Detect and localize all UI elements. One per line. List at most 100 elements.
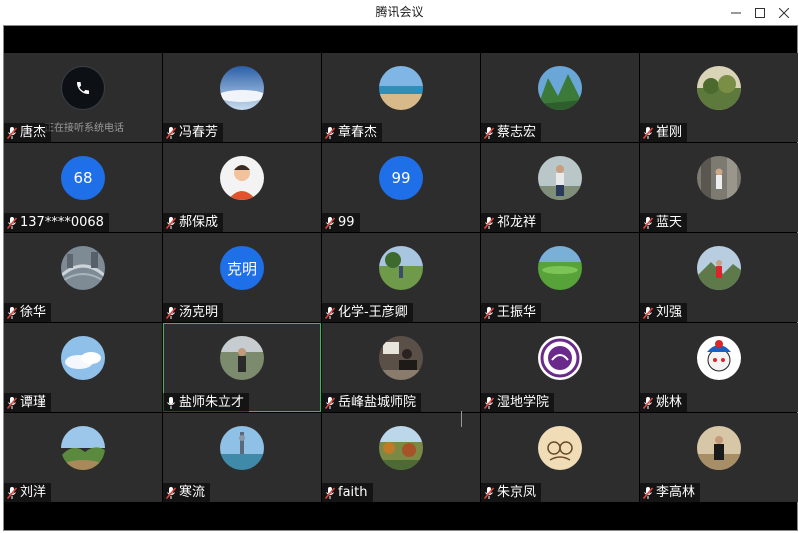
participant-name: 刘强 bbox=[656, 305, 683, 320]
microphone-muted-icon bbox=[483, 486, 495, 499]
participant-name: 唐杰 bbox=[20, 125, 47, 140]
participant-tile[interactable]: 王振华 bbox=[481, 233, 639, 322]
participant-name-tag: 湿地学院 bbox=[481, 393, 555, 412]
photo-hills-avatar bbox=[61, 426, 105, 470]
participant-name-tag: 唐杰 bbox=[4, 123, 52, 142]
participant-tile[interactable]: 郝保成 bbox=[163, 143, 321, 232]
participant-tile[interactable]: 寒流 bbox=[163, 413, 321, 502]
participant-name-tag: 化学-王彦卿 bbox=[322, 303, 413, 322]
text-cursor bbox=[461, 411, 462, 427]
photo-desk-avatar bbox=[379, 336, 423, 380]
phone-icon bbox=[77, 82, 89, 94]
microphone-muted-icon bbox=[324, 126, 336, 139]
participant-name-tag: 崔刚 bbox=[640, 123, 688, 142]
microphone-muted-icon bbox=[6, 486, 18, 499]
participant-tile[interactable]: 68 137****0068 bbox=[4, 143, 162, 232]
participant-tile[interactable]: 99 99 bbox=[322, 143, 480, 232]
participant-tile[interactable]: 谭瑾 bbox=[4, 323, 162, 412]
photo-sky-avatar bbox=[220, 66, 264, 110]
microphone-muted-icon bbox=[165, 306, 177, 319]
photo-person-room-avatar bbox=[697, 426, 741, 470]
participant-name: 寒流 bbox=[179, 485, 206, 500]
participant-name-tag: 岳峰盐城师院 bbox=[322, 393, 422, 412]
participant-grid: 正在接听系统电话 唐杰 冯春芳 章春杰 蔡志宏 崔刚 68 137****0068 郝保成 99 9… bbox=[4, 53, 798, 503]
participant-name-tag: 谭瑾 bbox=[4, 393, 52, 412]
participant-name: 蓝天 bbox=[656, 215, 683, 230]
photo-man-outdoor-avatar bbox=[220, 336, 264, 380]
photo-autumn-avatar bbox=[379, 426, 423, 470]
participant-name: 朱京凤 bbox=[497, 485, 537, 500]
microphone-muted-icon bbox=[324, 306, 336, 319]
minimize-icon bbox=[731, 12, 741, 13]
participant-tile[interactable]: 章春杰 bbox=[322, 53, 480, 142]
participant-tile[interactable]: 岳峰盐城师院 bbox=[322, 323, 480, 412]
window-title: 腾讯会议 bbox=[375, 5, 424, 19]
photo-field-avatar bbox=[379, 246, 423, 290]
photo-city-avatar bbox=[61, 246, 105, 290]
participant-name-tag: 汤克明 bbox=[163, 303, 224, 322]
microphone-muted-icon bbox=[6, 216, 18, 229]
maximize-icon bbox=[755, 7, 765, 18]
microphone-muted-icon bbox=[642, 486, 654, 499]
participant-tile[interactable]: 克明汤克明 bbox=[163, 233, 321, 322]
participant-tile[interactable]: 刘强 bbox=[640, 233, 798, 322]
photo-tower-avatar bbox=[220, 426, 264, 470]
photo-green-field-avatar bbox=[538, 246, 582, 290]
participant-name: faith bbox=[338, 485, 368, 500]
microphone-muted-icon bbox=[6, 126, 18, 139]
photo-cartoon-opera-avatar bbox=[697, 336, 741, 380]
participant-tile[interactable]: 李高林 bbox=[640, 413, 798, 502]
microphone-muted-icon bbox=[6, 306, 18, 319]
microphone-muted-icon bbox=[6, 396, 18, 409]
meeting-window: 正在接听系统电话 唐杰 冯春芳 章春杰 蔡志宏 崔刚 68 137****0068 郝保成 99 9… bbox=[3, 25, 798, 531]
participant-name-tag: 王振华 bbox=[481, 303, 542, 322]
participant-tile[interactable]: 姚林 bbox=[640, 323, 798, 412]
participant-name: 冯春芳 bbox=[179, 125, 219, 140]
participant-tile[interactable]: 化学-王彦卿 bbox=[322, 233, 480, 322]
avatar-initials: 68 bbox=[73, 169, 93, 187]
participant-tile[interactable]: 朱京凤 bbox=[481, 413, 639, 502]
microphone-muted-icon bbox=[324, 486, 336, 499]
participant-tile[interactable]: 正在接听系统电话 唐杰 bbox=[4, 53, 162, 142]
participant-name: 湿地学院 bbox=[497, 395, 550, 410]
microphone-muted-icon bbox=[642, 126, 654, 139]
participant-name-tag: 蓝天 bbox=[640, 213, 688, 232]
microphone-muted-icon bbox=[642, 306, 654, 319]
microphone-muted-icon bbox=[483, 306, 495, 319]
participant-tile[interactable]: 刘洋 bbox=[4, 413, 162, 502]
participant-tile[interactable]: 崔刚 bbox=[640, 53, 798, 142]
phone-avatar bbox=[61, 66, 105, 110]
participant-name-tag: faith bbox=[322, 483, 373, 502]
participant-tile[interactable]: faith bbox=[322, 413, 480, 502]
participant-tile[interactable]: 蓝天 bbox=[640, 143, 798, 232]
photo-person-avatar bbox=[538, 156, 582, 200]
participant-tile[interactable]: 蔡志宏 bbox=[481, 53, 639, 142]
microphone-icon bbox=[167, 396, 175, 409]
participant-name: 99 bbox=[338, 215, 355, 230]
microphone-muted-icon bbox=[165, 486, 177, 499]
microphone-muted-icon bbox=[642, 216, 654, 229]
participant-tile[interactable]: 盐师朱立才 bbox=[163, 323, 321, 412]
participant-name-tag: 盐师朱立才 bbox=[163, 393, 250, 412]
microphone-muted-icon bbox=[483, 396, 495, 409]
microphone-muted-icon bbox=[165, 126, 177, 139]
participant-tile[interactable]: 徐华 bbox=[4, 233, 162, 322]
participant-tile[interactable]: 祁龙祥 bbox=[481, 143, 639, 232]
participant-name: 章春杰 bbox=[338, 125, 378, 140]
close-button[interactable] bbox=[769, 0, 799, 25]
photo-clouds-avatar bbox=[61, 336, 105, 380]
participant-tile[interactable]: 冯春芳 bbox=[163, 53, 321, 142]
participant-name-tag: 章春杰 bbox=[322, 123, 383, 142]
text-avatar: 克明 bbox=[220, 246, 264, 290]
participant-name-tag: 祁龙祥 bbox=[481, 213, 542, 232]
avatar-initials: 克明 bbox=[226, 259, 257, 278]
photo-drawing-avatar bbox=[538, 426, 582, 470]
participant-name-tag: 李高林 bbox=[640, 483, 701, 502]
participant-name-tag: 徐华 bbox=[4, 303, 52, 322]
participant-name-tag: 刘强 bbox=[640, 303, 688, 322]
participant-name-tag: 蔡志宏 bbox=[481, 123, 542, 142]
participant-tile[interactable]: 湿地学院 bbox=[481, 323, 639, 412]
participant-name: 王振华 bbox=[497, 305, 537, 320]
microphone-muted-icon bbox=[324, 216, 336, 229]
photo-beach-avatar bbox=[379, 66, 423, 110]
